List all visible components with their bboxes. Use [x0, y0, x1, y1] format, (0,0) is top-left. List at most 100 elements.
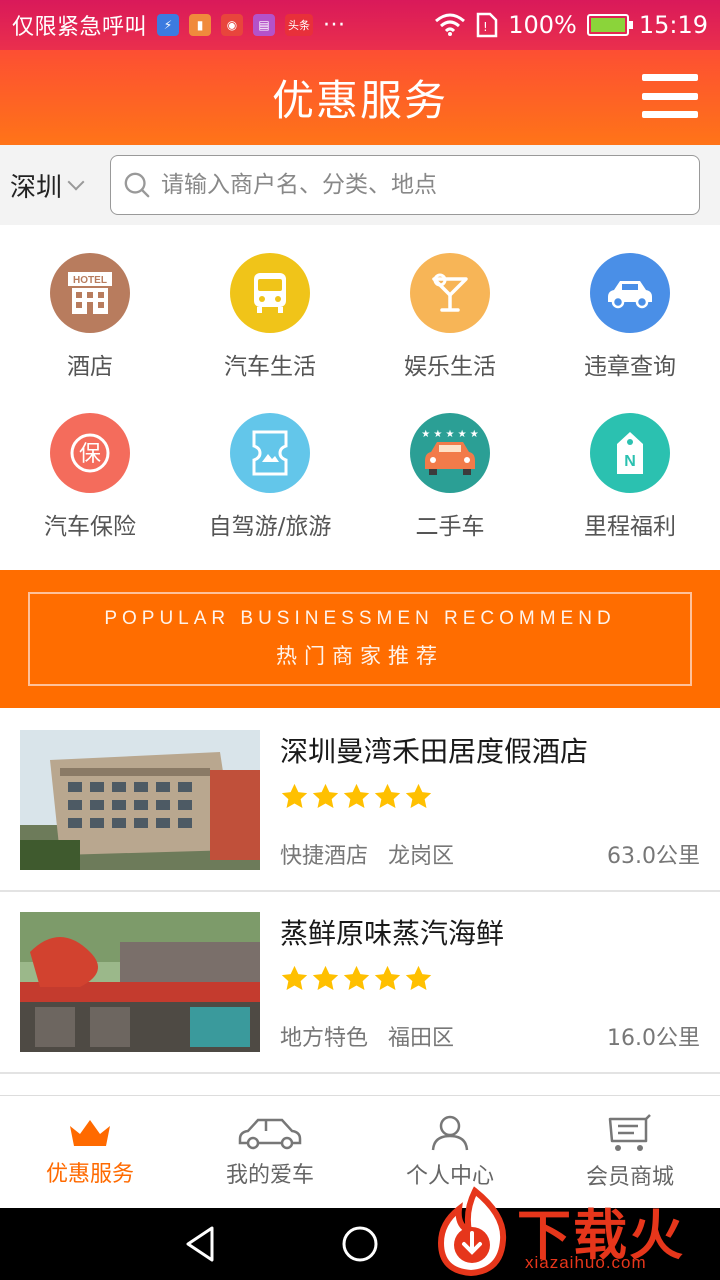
business-name: 蒸鲜原味蒸汽海鲜: [280, 917, 505, 950]
flame-logo-icon: [437, 1186, 507, 1277]
star-icon: [312, 965, 339, 990]
watermark: 下载火 xiazaihuo.com: [425, 1185, 720, 1280]
category-label: 自驾游/旅游: [208, 514, 332, 540]
category-mileage-benefits[interactable]: N 里程福利: [540, 413, 720, 573]
category-label: 娱乐生活: [404, 354, 496, 380]
battery-percent: 100%: [508, 11, 577, 39]
star-icon: [281, 965, 308, 990]
category-label: 汽车保险: [44, 514, 136, 540]
hamburger-icon: [642, 74, 698, 81]
search-row: 深圳: [0, 145, 720, 225]
used-car-icon: ★ ★ ★ ★ ★: [410, 413, 490, 493]
chevron-down-icon: [67, 173, 85, 191]
clock: 15:19: [638, 11, 708, 39]
banner-chinese: 热门商家推荐: [276, 644, 444, 668]
tag-badge-text: N: [624, 453, 636, 470]
restaurant-photo: [20, 912, 260, 1052]
listing-meta: 快捷酒店 龙岗区: [280, 838, 454, 870]
category-entertainment[interactable]: 娱乐生活: [360, 253, 540, 413]
back-button[interactable]: [170, 1214, 230, 1274]
car-outline-icon: [238, 1118, 302, 1150]
star-rating: [280, 782, 700, 811]
star-icon: [374, 965, 401, 990]
back-triangle-icon: [186, 1226, 214, 1262]
category-violation-check[interactable]: 违章查询: [540, 253, 720, 413]
business-distance: 16.0公里: [607, 1026, 700, 1051]
category-grid: HOTEL 酒店 汽车生活 娱乐生活 违章查询 保 汽车保险 自驾游/旅游 ★ …: [0, 225, 720, 570]
watermark-url: xiazaihuo.com: [525, 1253, 647, 1272]
business-category: 地方特色: [280, 1026, 369, 1051]
city-selector[interactable]: 深圳: [10, 167, 110, 204]
business-district: 福田区: [388, 1026, 455, 1051]
category-hotel[interactable]: HOTEL 酒店: [0, 253, 180, 413]
list-item[interactable]: 蒸鲜原味蒸汽海鲜 地方特色 福田区 16.0公里: [0, 892, 720, 1074]
category-label: 二手车: [415, 514, 485, 540]
category-car-life[interactable]: 汽车生活: [180, 253, 360, 413]
listing-meta: 地方特色 福田区: [280, 1020, 454, 1052]
hamburger-line: [642, 92, 698, 100]
category-label: 违章查询: [584, 354, 676, 380]
cart-icon: [608, 1114, 651, 1151]
status-bar: 仅限紧急呼叫 ⚡ ▮ ◉ ▤ 头条 ··· ! 100% 15:19: [0, 0, 720, 50]
star-icon: [343, 783, 370, 808]
sim-icon: ▮: [189, 14, 212, 36]
sim-status-icon: !: [476, 12, 498, 38]
star-icon: [281, 783, 308, 808]
banner-english: POPULAR BUSINESSMEN RECOMMEND: [104, 608, 616, 629]
app-screen: 仅限紧急呼叫 ⚡ ▮ ◉ ▤ 头条 ··· ! 100% 15:19 优惠服务 …: [0, 0, 720, 1280]
list-item[interactable]: 深圳曼湾禾田居度假酒店 快捷酒店 龙岗区 63.0公里: [0, 710, 720, 892]
category-used-car[interactable]: ★ ★ ★ ★ ★ 二手车: [360, 413, 540, 573]
recommend-banner: POPULAR BUSINESSMEN RECOMMEND 热门商家推荐: [0, 570, 720, 708]
star-icon: [343, 965, 370, 990]
tab-label: 我的爱车: [225, 1163, 314, 1188]
svg-text:!: !: [483, 20, 488, 34]
star-icon: [405, 965, 432, 990]
search-box[interactable]: [110, 155, 700, 215]
category-car-insurance[interactable]: 保 汽车保险: [0, 413, 180, 573]
insurance-icon: 保: [50, 413, 130, 493]
category-label: 汽车生活: [224, 354, 316, 380]
business-district: 龙岗区: [388, 844, 455, 869]
category-label: 里程福利: [584, 514, 676, 540]
menu-button[interactable]: [642, 74, 698, 118]
business-distance: 63.0公里: [607, 844, 700, 869]
ticket-icon: [230, 413, 310, 493]
news-icon: 头条: [285, 14, 314, 36]
battery-icon: [586, 14, 633, 36]
cocktail-icon: [410, 253, 490, 333]
banner-frame: POPULAR BUSINESSMEN RECOMMEND 热门商家推荐: [28, 592, 692, 686]
bus-icon: [230, 253, 310, 333]
listing-info: 深圳曼湾禾田居度假酒店 快捷酒店 龙岗区 63.0公里: [280, 730, 700, 870]
hotel-icon: HOTEL: [50, 253, 130, 333]
car-icon: [590, 253, 670, 333]
tag-icon: N: [590, 413, 670, 493]
home-button[interactable]: [330, 1214, 390, 1274]
tab-label: 优惠服务: [45, 1162, 134, 1187]
home-circle-icon: [342, 1226, 378, 1262]
category-travel[interactable]: 自驾游/旅游: [180, 413, 360, 573]
message-icon: ▤: [253, 14, 276, 36]
crown-icon: [70, 1120, 110, 1146]
business-list: 深圳曼湾禾田居度假酒店 快捷酒店 龙岗区 63.0公里 蒸鲜原味蒸汽海鲜 地方特…: [0, 710, 720, 1074]
more-notifications-icon: ···: [323, 12, 346, 38]
person-icon: [431, 1115, 469, 1151]
hotel-photo: [20, 730, 260, 870]
weibo-icon: ◉: [221, 14, 244, 36]
star-icon: [374, 783, 401, 808]
hotel-badge-text: HOTEL: [73, 275, 107, 286]
tab-my-car[interactable]: 我的爱车: [180, 1096, 360, 1208]
listing-info: 蒸鲜原味蒸汽海鲜 地方特色 福田区 16.0公里: [280, 912, 700, 1052]
page-title: 优惠服务: [271, 76, 448, 125]
carrier-text: 仅限紧急呼叫: [12, 15, 148, 40]
svg-text:★ ★ ★ ★ ★: ★ ★ ★ ★ ★: [421, 429, 479, 440]
city-label: 深圳: [10, 172, 63, 203]
usb-icon: ⚡: [157, 14, 180, 36]
tab-discount-services[interactable]: 优惠服务: [0, 1096, 180, 1208]
star-icon: [405, 783, 432, 808]
hamburger-line: [642, 111, 698, 118]
search-input[interactable]: [161, 172, 699, 198]
star-rating: [280, 964, 700, 993]
category-label: 酒店: [67, 354, 113, 380]
star-icon: [312, 783, 339, 808]
search-icon: [124, 172, 150, 198]
